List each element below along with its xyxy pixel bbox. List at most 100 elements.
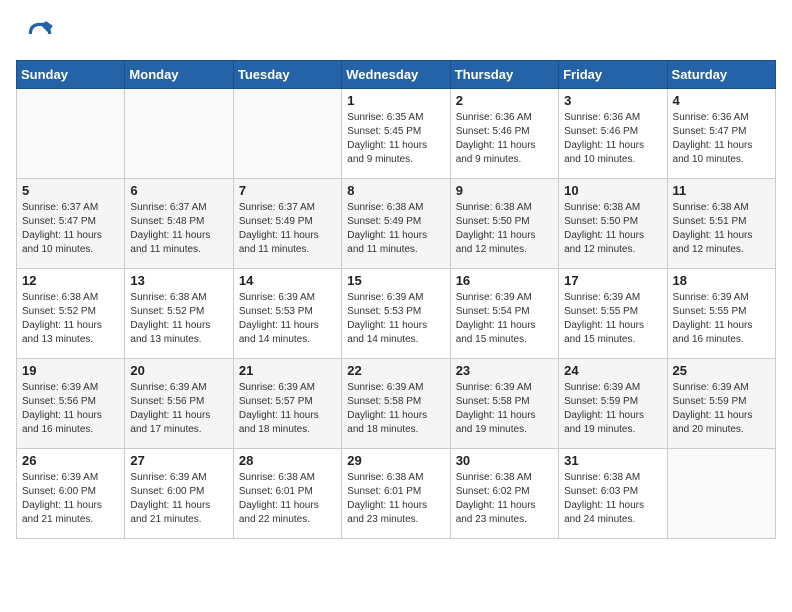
day-info: Sunrise: 6:39 AM Sunset: 5:55 PM Dayligh… — [564, 291, 661, 347]
day-info: Sunrise: 6:39 AM Sunset: 5:54 PM Dayligh… — [456, 291, 553, 347]
day-number: 14 — [239, 273, 336, 288]
weekday-header-row: SundayMondayTuesdayWednesdayThursdayFrid… — [17, 61, 776, 89]
calendar-day-cell: 10 Sunrise: 6:38 AM Sunset: 5:50 PM Dayli… — [559, 179, 667, 269]
calendar-day-cell: 20Sunrise: 6:39 AM Sunset: 5:56 PM Dayli… — [125, 359, 233, 449]
day-info: Sunrise: 6:39 AM Sunset: 5:58 PM Dayligh… — [347, 381, 444, 437]
day-number: 17 — [564, 273, 661, 288]
calendar-day-cell: 23 Sunrise: 6:39 AM Sunset: 5:58 PM Dayli… — [450, 359, 558, 449]
day-number: 18 — [673, 273, 770, 288]
day-number: 3 — [564, 93, 661, 108]
day-info: Sunrise: 6:37 AM Sunset: 5:48 PM Dayligh… — [130, 201, 227, 257]
day-info: Sunrise: 6:39 AM Sunset: 5:59 PM Dayligh… — [673, 381, 770, 437]
calendar-week-row: 1 Sunrise: 6:35 AM Sunset: 5:45 PM Daylig… — [17, 89, 776, 179]
day-info: Sunrise: 6:38 AM Sunset: 5:49 PM Dayligh… — [347, 201, 444, 257]
calendar-day-cell — [125, 89, 233, 179]
day-number: 7 — [239, 183, 336, 198]
calendar-day-cell: 13 Sunrise: 6:38 AM Sunset: 5:52 PM Dayli… — [125, 269, 233, 359]
weekday-header-cell: Wednesday — [342, 61, 450, 89]
day-info: Sunrise: 6:38 AM Sunset: 6:03 PM Dayligh… — [564, 471, 661, 527]
logo-icon — [24, 18, 56, 50]
day-number: 23 — [456, 363, 553, 378]
calendar-day-cell: 6Sunrise: 6:37 AM Sunset: 5:48 PM Daylig… — [125, 179, 233, 269]
calendar-day-cell: 28Sunrise: 6:38 AM Sunset: 6:01 PM Dayli… — [233, 449, 341, 539]
day-info: Sunrise: 6:39 AM Sunset: 5:55 PM Dayligh… — [673, 291, 770, 347]
day-number: 21 — [239, 363, 336, 378]
day-number: 24 — [564, 363, 661, 378]
day-info: Sunrise: 6:39 AM Sunset: 5:53 PM Dayligh… — [239, 291, 336, 347]
day-number: 10 — [564, 183, 661, 198]
calendar-day-cell: 24 Sunrise: 6:39 AM Sunset: 5:59 PM Dayli… — [559, 359, 667, 449]
calendar-container: SundayMondayTuesdayWednesdayThursdayFrid… — [0, 60, 792, 551]
calendar-day-cell: 31Sunrise: 6:38 AM Sunset: 6:03 PM Dayli… — [559, 449, 667, 539]
day-info: Sunrise: 6:39 AM Sunset: 6:00 PM Dayligh… — [22, 471, 119, 527]
calendar-day-cell: 15 Sunrise: 6:39 AM Sunset: 5:53 PM Dayli… — [342, 269, 450, 359]
day-number: 8 — [347, 183, 444, 198]
calendar-day-cell: 25 Sunrise: 6:39 AM Sunset: 5:59 PM Dayli… — [667, 359, 775, 449]
day-info: Sunrise: 6:39 AM Sunset: 5:57 PM Dayligh… — [239, 381, 336, 437]
day-info: Sunrise: 6:38 AM Sunset: 5:52 PM Dayligh… — [22, 291, 119, 347]
day-number: 19 — [22, 363, 119, 378]
calendar-day-cell: 29Sunrise: 6:38 AM Sunset: 6:01 PM Dayli… — [342, 449, 450, 539]
calendar-week-row: 26 Sunrise: 6:39 AM Sunset: 6:00 PM Dayli… — [17, 449, 776, 539]
calendar-day-cell: 12 Sunrise: 6:38 AM Sunset: 5:52 PM Dayli… — [17, 269, 125, 359]
day-number: 15 — [347, 273, 444, 288]
day-number: 30 — [456, 453, 553, 468]
day-number: 5 — [22, 183, 119, 198]
day-info: Sunrise: 6:38 AM Sunset: 5:50 PM Dayligh… — [564, 201, 661, 257]
day-info: Sunrise: 6:36 AM Sunset: 5:47 PM Dayligh… — [673, 111, 770, 167]
weekday-header-cell: Thursday — [450, 61, 558, 89]
day-info: Sunrise: 6:36 AM Sunset: 5:46 PM Dayligh… — [456, 111, 553, 167]
weekday-header-cell: Friday — [559, 61, 667, 89]
calendar-day-cell: 19 Sunrise: 6:39 AM Sunset: 5:56 PM Dayli… — [17, 359, 125, 449]
day-info: Sunrise: 6:37 AM Sunset: 5:47 PM Dayligh… — [22, 201, 119, 257]
calendar-day-cell: 21 Sunrise: 6:39 AM Sunset: 5:57 PM Dayli… — [233, 359, 341, 449]
day-number: 12 — [22, 273, 119, 288]
day-info: Sunrise: 6:39 AM Sunset: 5:56 PM Dayligh… — [130, 381, 227, 437]
calendar-day-cell: 4 Sunrise: 6:36 AM Sunset: 5:47 PM Daylig… — [667, 89, 775, 179]
calendar-body: 1 Sunrise: 6:35 AM Sunset: 5:45 PM Daylig… — [17, 89, 776, 539]
calendar-week-row: 12 Sunrise: 6:38 AM Sunset: 5:52 PM Dayli… — [17, 269, 776, 359]
calendar-day-cell — [667, 449, 775, 539]
day-info: Sunrise: 6:39 AM Sunset: 5:53 PM Dayligh… — [347, 291, 444, 347]
calendar-day-cell: 22 Sunrise: 6:39 AM Sunset: 5:58 PM Dayli… — [342, 359, 450, 449]
day-number: 1 — [347, 93, 444, 108]
calendar-day-cell: 8 Sunrise: 6:38 AM Sunset: 5:49 PM Daylig… — [342, 179, 450, 269]
day-info: Sunrise: 6:35 AM Sunset: 5:45 PM Dayligh… — [347, 111, 444, 167]
day-number: 25 — [673, 363, 770, 378]
day-number: 11 — [673, 183, 770, 198]
calendar-week-row: 19 Sunrise: 6:39 AM Sunset: 5:56 PM Dayli… — [17, 359, 776, 449]
day-info: Sunrise: 6:38 AM Sunset: 6:01 PM Dayligh… — [347, 471, 444, 527]
day-number: 9 — [456, 183, 553, 198]
calendar-day-cell: 11 Sunrise: 6:38 AM Sunset: 5:51 PM Dayli… — [667, 179, 775, 269]
weekday-header-cell: Sunday — [17, 61, 125, 89]
calendar-day-cell: 14 Sunrise: 6:39 AM Sunset: 5:53 PM Dayli… — [233, 269, 341, 359]
day-info: Sunrise: 6:39 AM Sunset: 5:59 PM Dayligh… — [564, 381, 661, 437]
day-number: 16 — [456, 273, 553, 288]
day-number: 13 — [130, 273, 227, 288]
weekday-header-cell: Monday — [125, 61, 233, 89]
day-info: Sunrise: 6:38 AM Sunset: 5:50 PM Dayligh… — [456, 201, 553, 257]
calendar-day-cell: 18 Sunrise: 6:39 AM Sunset: 5:55 PM Dayli… — [667, 269, 775, 359]
calendar-day-cell: 26 Sunrise: 6:39 AM Sunset: 6:00 PM Dayli… — [17, 449, 125, 539]
page-header — [0, 0, 792, 60]
calendar-day-cell: 2Sunrise: 6:36 AM Sunset: 5:46 PM Daylig… — [450, 89, 558, 179]
calendar-day-cell: 30 Sunrise: 6:38 AM Sunset: 6:02 PM Dayli… — [450, 449, 558, 539]
calendar-day-cell: 5 Sunrise: 6:37 AM Sunset: 5:47 PM Daylig… — [17, 179, 125, 269]
day-number: 22 — [347, 363, 444, 378]
day-info: Sunrise: 6:39 AM Sunset: 5:56 PM Dayligh… — [22, 381, 119, 437]
day-info: Sunrise: 6:39 AM Sunset: 5:58 PM Dayligh… — [456, 381, 553, 437]
day-info: Sunrise: 6:36 AM Sunset: 5:46 PM Dayligh… — [564, 111, 661, 167]
calendar-day-cell: 9 Sunrise: 6:38 AM Sunset: 5:50 PM Daylig… — [450, 179, 558, 269]
day-info: Sunrise: 6:37 AM Sunset: 5:49 PM Dayligh… — [239, 201, 336, 257]
calendar-day-cell: 1 Sunrise: 6:35 AM Sunset: 5:45 PM Daylig… — [342, 89, 450, 179]
calendar-week-row: 5 Sunrise: 6:37 AM Sunset: 5:47 PM Daylig… — [17, 179, 776, 269]
day-number: 28 — [239, 453, 336, 468]
day-info: Sunrise: 6:38 AM Sunset: 6:02 PM Dayligh… — [456, 471, 553, 527]
day-info: Sunrise: 6:38 AM Sunset: 5:51 PM Dayligh… — [673, 201, 770, 257]
day-number: 4 — [673, 93, 770, 108]
weekday-header-cell: Saturday — [667, 61, 775, 89]
day-number: 26 — [22, 453, 119, 468]
day-info: Sunrise: 6:39 AM Sunset: 6:00 PM Dayligh… — [130, 471, 227, 527]
day-info: Sunrise: 6:38 AM Sunset: 5:52 PM Dayligh… — [130, 291, 227, 347]
logo — [24, 18, 62, 50]
